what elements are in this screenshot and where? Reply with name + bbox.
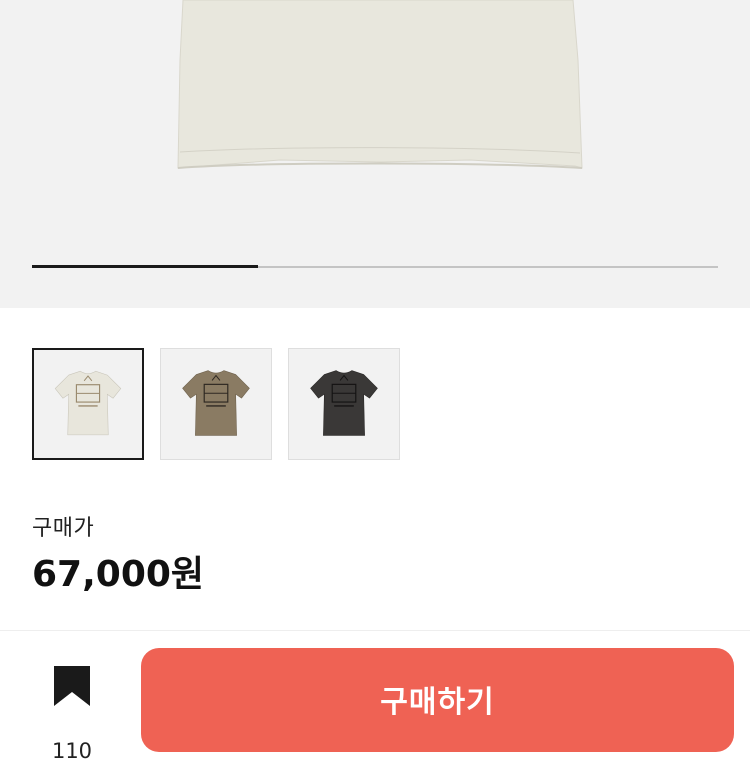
tshirt-thumbnail-image <box>310 370 378 436</box>
gallery-progress-track <box>32 265 718 268</box>
tshirt-thumbnail-image <box>54 370 122 436</box>
thumbnail-charcoal[interactable] <box>288 348 400 460</box>
product-image-gallery[interactable] <box>0 0 750 308</box>
bookmark-button[interactable]: 110 <box>36 663 108 763</box>
buy-button[interactable]: 구매하기 <box>141 648 734 752</box>
product-main-image <box>177 0 583 169</box>
bookmark-icon <box>54 666 90 706</box>
thumbnail-cream[interactable] <box>32 348 144 460</box>
price-label: 구매가 <box>32 516 95 541</box>
tshirt-thumbnail-image <box>182 370 250 436</box>
gallery-progress-indicator <box>32 265 259 268</box>
thumbnail-list <box>32 348 400 460</box>
thumbnail-olive[interactable] <box>160 348 272 460</box>
price-value: 67,000원 <box>32 554 205 595</box>
bookmark-count: 110 <box>51 739 93 763</box>
